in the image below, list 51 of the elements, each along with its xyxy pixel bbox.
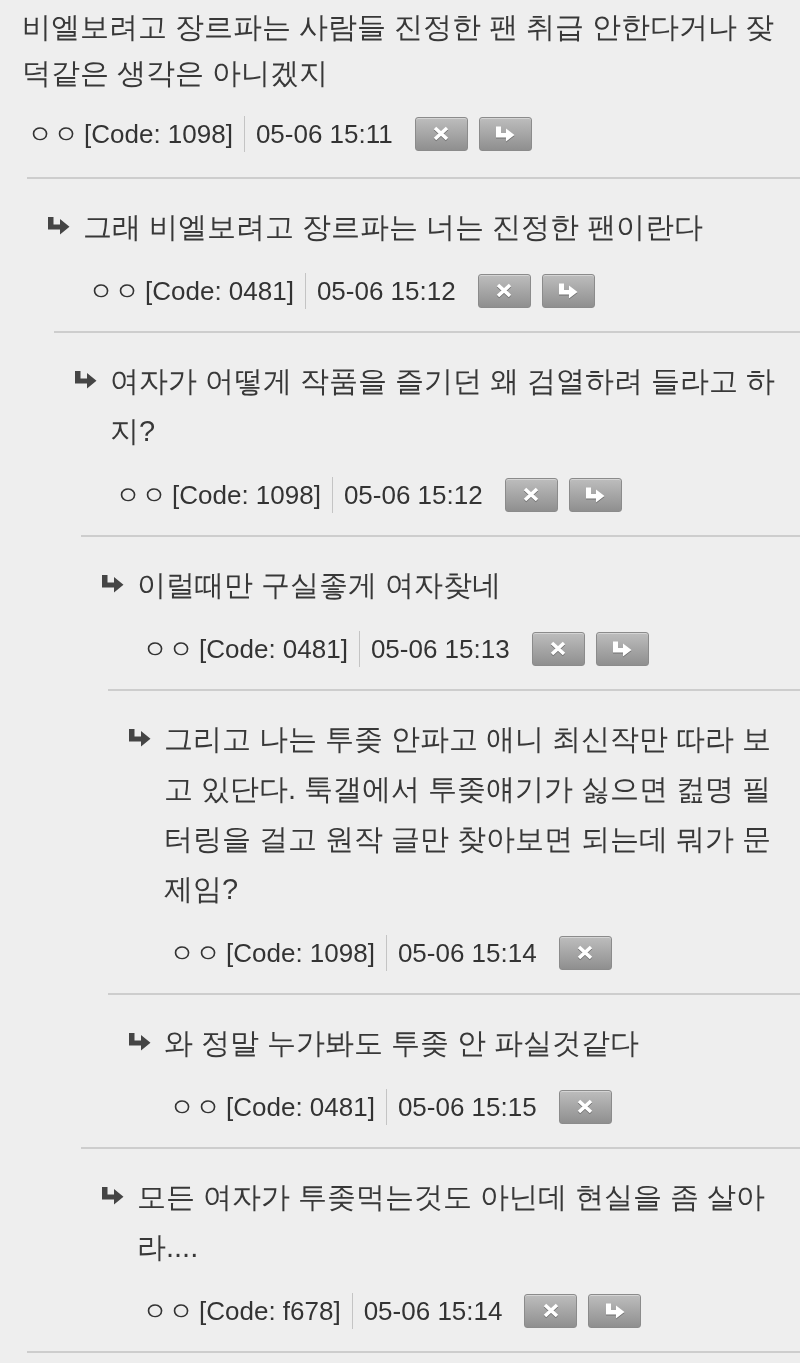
comment-text: 그래 비엘보려고 장르파는 너는 진정한 팬이란다: [83, 210, 705, 245]
user-code: [Code: 1098]: [226, 937, 375, 969]
delete-button[interactable]: [558, 1090, 612, 1124]
author-name: ㅇㅇ: [169, 936, 221, 970]
author-name: ㅇㅇ: [142, 632, 194, 666]
author-name: ㅇㅇ: [27, 117, 79, 151]
user-code: [Code: 0481]: [199, 633, 348, 665]
reply-button[interactable]: [595, 632, 649, 666]
bent-arrow-icon: [129, 1033, 151, 1051]
delete-button[interactable]: [504, 478, 558, 512]
delete-button[interactable]: [414, 117, 468, 151]
user-code: [Code: f678]: [199, 1295, 341, 1327]
bent-arrow-icon: [604, 1302, 625, 1320]
post-date: 05-06 15:15: [397, 1091, 537, 1123]
bent-arrow-icon: [495, 125, 516, 143]
author-name: ㅇㅇ: [142, 1294, 194, 1328]
post-date: 05-06 15:11: [255, 118, 393, 150]
comment-text: 비엘보려고 장르파는 사람들 진정한 팬 취급 안한다거나 잦덕같은 생각은 아니겠지: [22, 10, 776, 91]
author-name: ㅇㅇ: [169, 1090, 221, 1124]
bent-arrow-icon: [75, 371, 97, 389]
bent-arrow-icon: [585, 486, 606, 504]
bent-arrow-icon: [102, 575, 124, 593]
bent-arrow-icon: [129, 729, 151, 747]
delete-button[interactable]: [524, 1294, 578, 1328]
delete-button[interactable]: [477, 274, 531, 308]
reply-button[interactable]: [541, 274, 595, 308]
post-date: 05-06 15:14: [363, 1295, 503, 1327]
delete-button[interactable]: [558, 936, 612, 970]
post-date: 05-06 15:13: [370, 633, 510, 665]
comment-text: 모든 여자가 투좆먹는것도 아닌데 현실을 좀 살아라....: [137, 1180, 767, 1265]
comment-text: 와 정말 누가봐도 투좆 안 파실것같다: [164, 1026, 641, 1061]
bent-arrow-icon: [612, 640, 633, 658]
bent-arrow-icon: [102, 1187, 124, 1205]
comment-text: 여자가 어떻게 작품을 즐기던 왜 검열하려 들라고 하지?: [110, 364, 777, 449]
user-code: [Code: 1098]: [84, 118, 233, 150]
post-date: 05-06 15:12: [343, 479, 483, 511]
comment-text: 이럴때만 구실좋게 여자찾네: [137, 568, 503, 603]
post-date: 05-06 15:14: [397, 937, 537, 969]
author-name: ㅇㅇ: [115, 478, 167, 512]
comment-text: 그리고 나는 투좆 안파고 애니 최신작만 따라 보고 있단다. 툭갤에서 투좆얘기가 싫으면 컲명 필터링을 걸고 원작 글만 찾아보면 되는데 뭐가 문제임?: [164, 722, 773, 907]
reply-button[interactable]: [478, 117, 532, 151]
bent-arrow-icon: [48, 217, 70, 235]
user-code: [Code: 1098]: [172, 479, 321, 511]
bent-arrow-icon: [558, 282, 579, 300]
delete-button[interactable]: [531, 632, 585, 666]
reply-button[interactable]: [568, 478, 622, 512]
reply-button[interactable]: [588, 1294, 642, 1328]
post-date: 05-06 15:12: [316, 275, 456, 307]
user-code: [Code: 0481]: [226, 1091, 375, 1123]
user-code: [Code: 0481]: [145, 275, 294, 307]
author-name: ㅇㅇ: [88, 274, 140, 308]
